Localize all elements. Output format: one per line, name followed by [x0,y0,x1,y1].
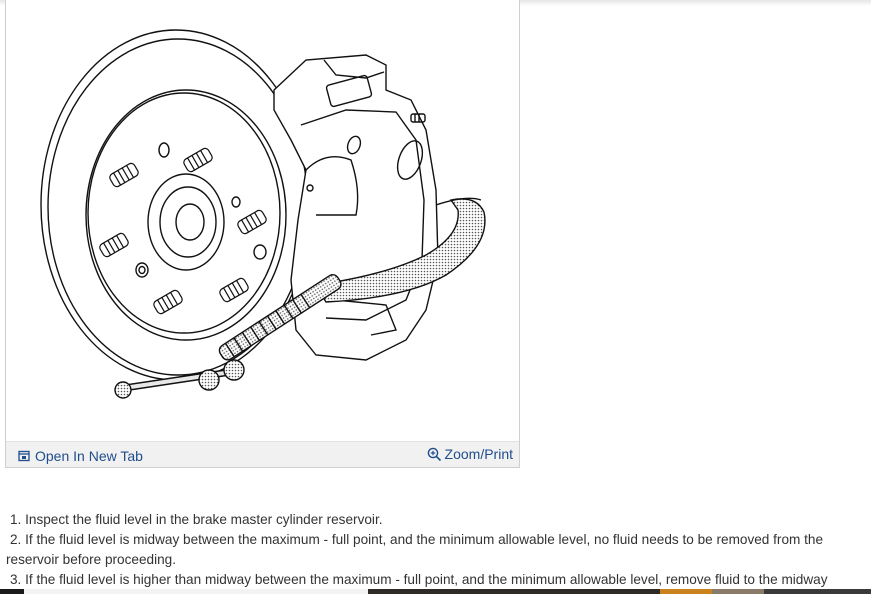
instruction-step: 3. If the fluid level is higher than mid… [10,572,828,587]
instructions: 1. Inspect the fluid level in the brake … [6,510,868,590]
open-in-new-tab-label: Open In New Tab [35,448,143,464]
zoom-print-link[interactable]: Zoom/Print [427,445,513,463]
instruction-step: 2. If the fluid level is midway between … [6,532,824,567]
open-in-new-tab-link[interactable]: Open In New Tab [18,448,143,464]
bottom-bar [0,589,871,594]
instruction-step: 1. Inspect the fluid level in the brake … [10,512,383,527]
open-in-new-tab-icon [18,450,30,462]
zoom-print-label: Zoom/Print [444,446,513,462]
zoom-in-icon [427,447,441,461]
figure-card: Open In New Tab Zoom/Print [5,0,520,468]
brake-illustration[interactable] [6,0,519,441]
figure-toolbar: Open In New Tab Zoom/Print [6,441,519,467]
